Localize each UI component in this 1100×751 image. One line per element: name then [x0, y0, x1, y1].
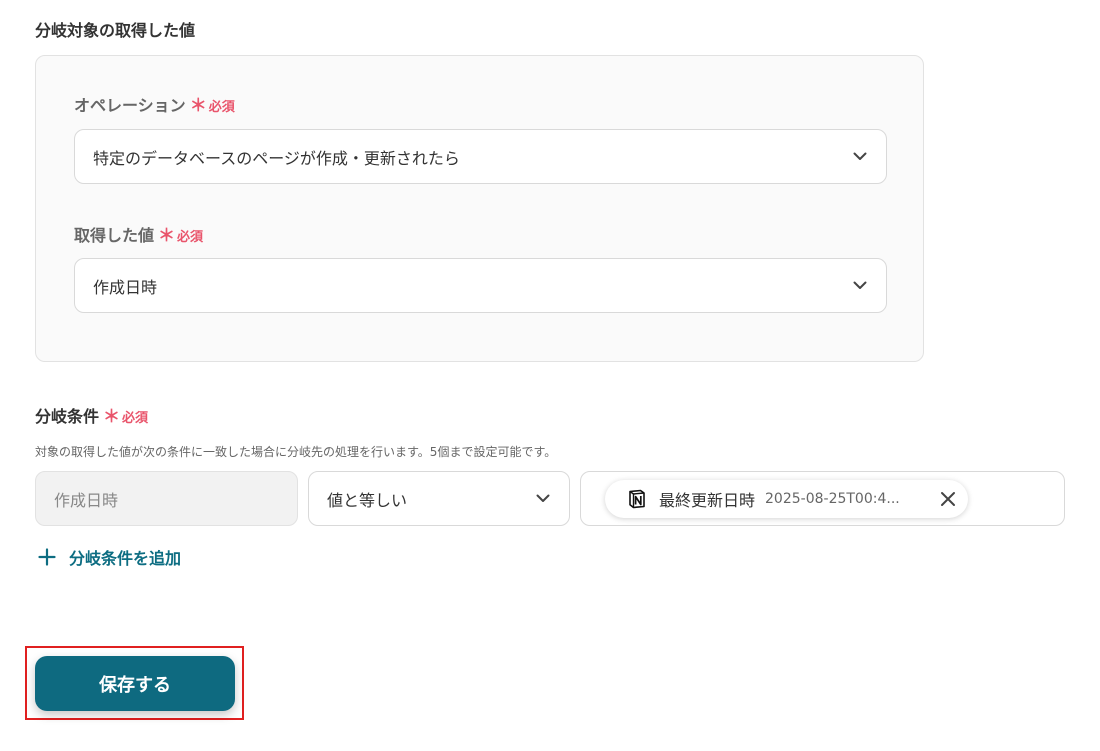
condition-operator-value: 値と等しい — [327, 490, 408, 510]
condition-field-value: 作成日時 — [54, 490, 119, 510]
close-icon[interactable] — [938, 489, 958, 509]
chip-field-value: 2025-08-25T00:4... — [765, 491, 900, 507]
operation-select[interactable]: 特定のデータベースのページが作成・更新されたら — [74, 129, 887, 184]
required-mark: ＊ — [189, 96, 207, 116]
retrieved-value-label-text: 取得した値 — [74, 226, 155, 245]
retrieved-value-select-value: 作成日時 — [93, 277, 158, 297]
condition-description: 対象の取得した値が次の条件に一致した場合に分岐先の処理を行います。5個まで設定可… — [35, 445, 557, 459]
condition-value-input[interactable]: 最終更新日時 2025-08-25T00:4... — [580, 471, 1065, 526]
condition-label: 分岐条件＊必須 — [35, 405, 148, 431]
operation-select-value: 特定のデータベースのページが作成・更新されたら — [93, 148, 460, 168]
required-badge: 必須 — [122, 411, 149, 426]
operation-label-text: オペレーション — [74, 96, 186, 115]
add-condition-button[interactable]: 分岐条件を追加 — [37, 545, 181, 569]
required-mark: ＊ — [158, 226, 176, 246]
section-title: 分岐対象の取得した値 — [35, 21, 196, 40]
add-condition-label: 分岐条件を追加 — [69, 549, 182, 568]
value-chip[interactable]: 最終更新日時 2025-08-25T00:4... — [605, 480, 968, 518]
notion-icon — [627, 489, 647, 509]
chevron-down-icon — [848, 274, 872, 298]
required-badge: 必須 — [177, 230, 204, 245]
chip-field-name: 最終更新日時 — [659, 491, 756, 510]
required-badge: 必須 — [208, 100, 235, 115]
retrieved-value-label: 取得した値＊必須 — [74, 224, 203, 250]
condition-label-text: 分岐条件 — [35, 407, 100, 426]
chevron-down-icon — [531, 487, 555, 511]
required-mark: ＊ — [103, 407, 121, 427]
operation-label: オペレーション＊必須 — [74, 94, 235, 120]
branch-target-card: オペレーション＊必須 特定のデータベースのページが作成・更新されたら 取得した値… — [35, 55, 924, 362]
retrieved-value-select[interactable]: 作成日時 — [74, 258, 887, 313]
condition-field-readonly: 作成日時 — [35, 471, 298, 526]
chevron-down-icon — [848, 145, 872, 169]
plus-icon — [37, 547, 57, 567]
condition-operator-select[interactable]: 値と等しい — [308, 471, 570, 526]
save-button[interactable]: 保存する — [35, 656, 235, 711]
